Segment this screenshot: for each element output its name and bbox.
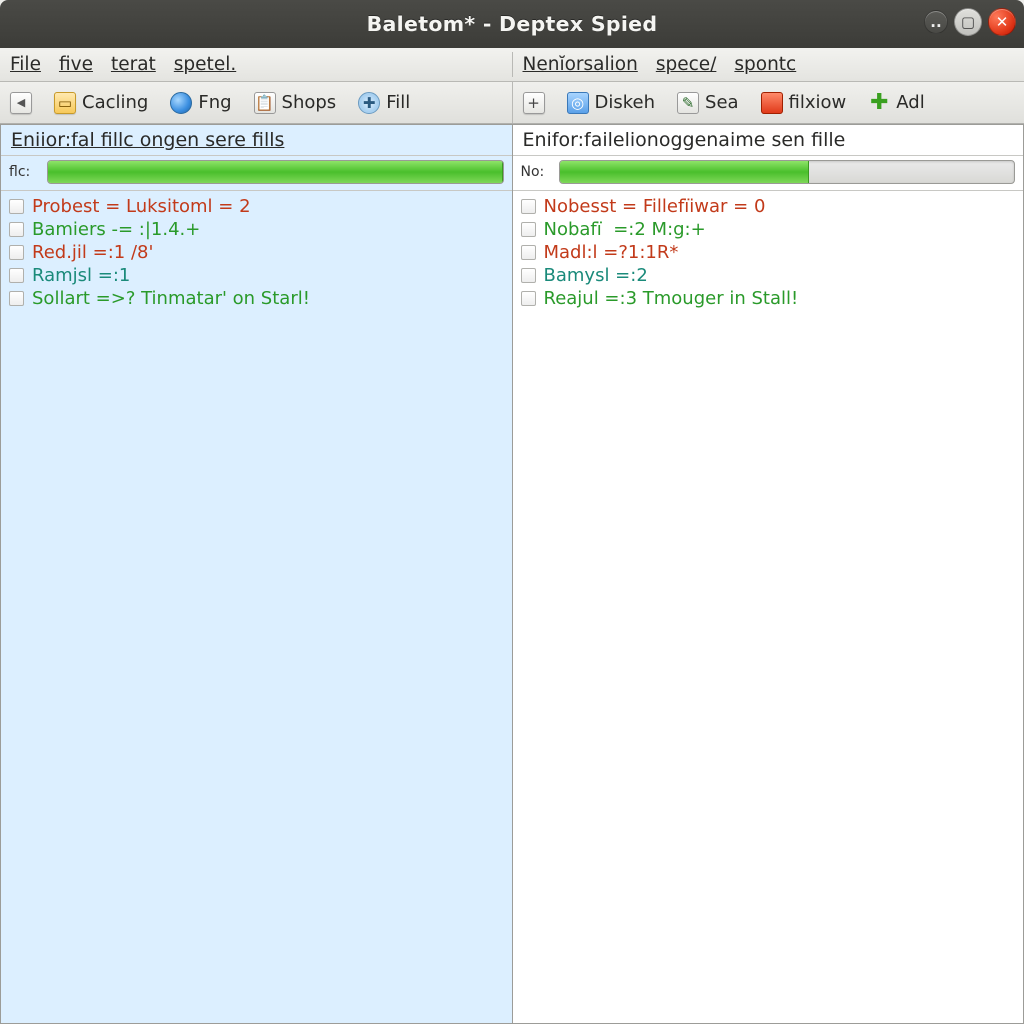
checkbox-icon[interactable] xyxy=(9,199,24,214)
menubar: File five terat spetel. Nenĭorsalion spe… xyxy=(0,48,1024,82)
list-item[interactable]: Bamysl =:2 xyxy=(519,264,1018,287)
fng-button[interactable]: Fng xyxy=(166,90,235,116)
left-progress-label: flc: xyxy=(9,164,39,180)
left-panel: Eniior:fal fillc ongen sere fills flc: P… xyxy=(0,124,512,1024)
cacling-button[interactable]: ▭ Cacling xyxy=(50,90,152,116)
panels: Eniior:fal fillc ongen sere fills flc: P… xyxy=(0,124,1024,1024)
window-close-button[interactable]: ✕ xyxy=(988,8,1016,36)
left-panel-header: Eniior:fal fillc ongen sere fills xyxy=(1,125,512,156)
right-panel-header: Enifor:failelionoggenaime sen fille xyxy=(513,125,1024,156)
list-item[interactable]: Nobesst = Fillefïiwar = 0 xyxy=(519,195,1018,218)
checkbox-icon[interactable] xyxy=(9,268,24,283)
checkbox-icon[interactable] xyxy=(521,268,536,283)
right-progress-bar xyxy=(559,160,1016,184)
checkbox-icon[interactable] xyxy=(9,245,24,260)
list-item[interactable]: Probest = Luksitoml = 2 xyxy=(7,195,506,218)
folder-icon: ▭ xyxy=(54,92,76,114)
left-icon xyxy=(10,92,32,114)
plusbox-button[interactable]: + xyxy=(519,90,549,116)
left-progress-bar xyxy=(47,160,504,184)
left-item-list: Probest = Luksitoml = 2 Bamiers -= :|1.4… xyxy=(1,191,512,314)
fill-button[interactable]: ✚ Fill xyxy=(354,90,414,116)
maximize-icon: ▢ xyxy=(961,13,975,31)
menu-terat[interactable]: terat xyxy=(109,52,158,77)
toolbar-right: + ◎ Diskeh ✎ Sea filxiow ✚ Adl xyxy=(513,82,1024,123)
menu-spontc[interactable]: spontc xyxy=(732,52,798,77)
checkbox-icon[interactable] xyxy=(521,291,536,306)
window-controls: .. ▢ ✕ xyxy=(924,8,1016,36)
list-item[interactable]: Nobafï =:2 M:g:+ xyxy=(519,218,1018,241)
red-box-icon xyxy=(761,92,783,114)
checkbox-icon[interactable] xyxy=(521,245,536,260)
right-progress-fill xyxy=(560,161,810,183)
filxiow-button[interactable]: filxiow xyxy=(757,90,851,116)
left-panel-title: Eniior:fal fillc ongen sere fills xyxy=(11,129,284,151)
adl-button[interactable]: ✚ Adl xyxy=(864,90,928,116)
list-item[interactable]: Reajul =:3 Tmouger in Stall! xyxy=(519,287,1018,310)
list-item[interactable]: Sollart =>? Tinmatar' on Starl! xyxy=(7,287,506,310)
checkbox-icon[interactable] xyxy=(521,199,536,214)
back-button[interactable] xyxy=(6,90,36,116)
right-progress-label: No: xyxy=(521,164,551,180)
right-progress-row: No: xyxy=(513,156,1024,191)
right-panel: Enifor:failelionoggenaime sen fille No: … xyxy=(512,124,1024,1024)
list-item[interactable]: Madl:l =?1:1R* xyxy=(519,241,1018,264)
edit-icon: ✎ xyxy=(677,92,699,114)
left-progress-row: flc: xyxy=(1,156,512,191)
target-icon: ✚ xyxy=(358,92,380,114)
menu-spece[interactable]: spece/ xyxy=(654,52,719,77)
globe-icon xyxy=(170,92,192,114)
checkbox-icon[interactable] xyxy=(9,291,24,306)
menu-spetel[interactable]: spetel. xyxy=(172,52,238,77)
toolbar: ▭ Cacling Fng 📋 Shops ✚ Fill + ◎ Diskeh … xyxy=(0,82,1024,124)
checkbox-icon[interactable] xyxy=(9,222,24,237)
sea-button[interactable]: ✎ Sea xyxy=(673,90,743,116)
list-item[interactable]: Red.jil =:1 /8' xyxy=(7,241,506,264)
menu-five[interactable]: five xyxy=(57,52,95,77)
disk-icon: ◎ xyxy=(567,92,589,114)
window-minimize-button[interactable]: .. xyxy=(924,10,948,34)
shops-button[interactable]: 📋 Shops xyxy=(250,90,341,116)
close-icon: ✕ xyxy=(996,13,1009,31)
right-panel-title: Enifor:failelionoggenaime sen fille xyxy=(523,129,846,151)
right-item-list: Nobesst = Fillefïiwar = 0 Nobafï =:2 M:g… xyxy=(513,191,1024,314)
window-titlebar: Baletom* - Deptex Spied .. ▢ ✕ xyxy=(0,0,1024,48)
menu-file[interactable]: File xyxy=(8,52,43,77)
clip-icon: 📋 xyxy=(254,92,276,114)
menu-neniorsalion[interactable]: Nenĭorsalion xyxy=(521,52,640,77)
list-item[interactable]: Bamiers -= :|1.4.+ xyxy=(7,218,506,241)
plus-box-icon: + xyxy=(523,92,545,114)
list-item[interactable]: Ramjsl =:1 xyxy=(7,264,506,287)
left-progress-fill xyxy=(48,161,503,183)
menubar-right: Nenĭorsalion spece/ spontc xyxy=(513,52,1024,77)
checkbox-icon[interactable] xyxy=(521,222,536,237)
toolbar-left: ▭ Cacling Fng 📋 Shops ✚ Fill xyxy=(0,82,513,123)
diskeh-button[interactable]: ◎ Diskeh xyxy=(563,90,660,116)
window-title: Baletom* - Deptex Spied xyxy=(0,12,1024,36)
window-maximize-button[interactable]: ▢ xyxy=(954,8,982,36)
menubar-left: File five terat spetel. xyxy=(0,52,513,77)
add-icon: ✚ xyxy=(868,92,890,114)
